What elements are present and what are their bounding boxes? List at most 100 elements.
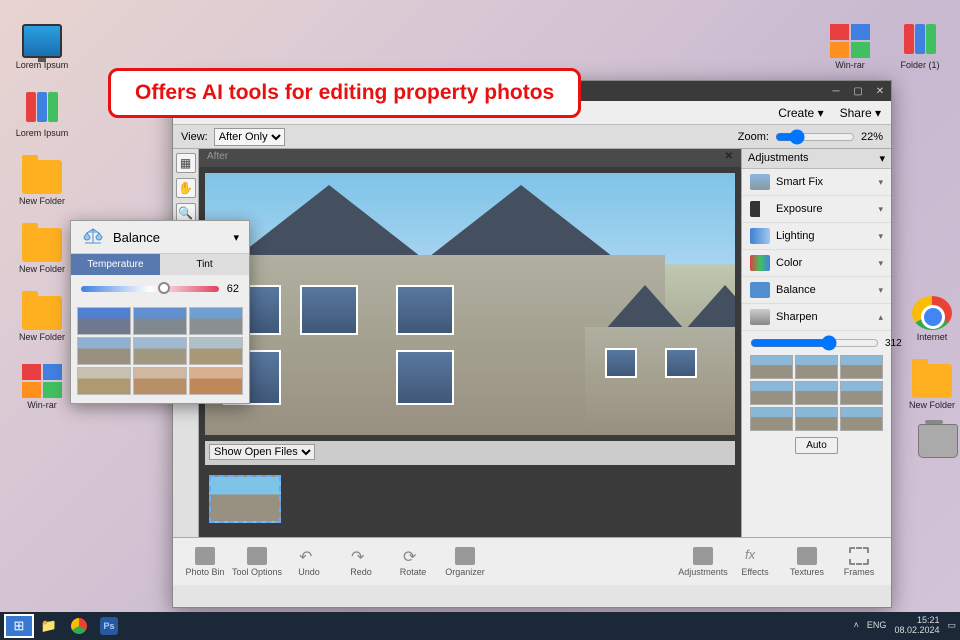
color-icon [750, 255, 770, 271]
minimize-button[interactable]: ─ [829, 86, 843, 97]
preset-thumb[interactable] [133, 337, 187, 365]
preset-thumb[interactable] [795, 381, 838, 405]
maximize-button[interactable]: ▢ [851, 86, 865, 97]
auto-button[interactable]: Auto [795, 437, 838, 454]
textures-icon [797, 547, 817, 565]
desktop-icon-books[interactable]: Folder (1) [892, 24, 948, 70]
chevron-down-icon[interactable]: ▾ [233, 231, 239, 244]
photo-bin-icon [195, 547, 215, 565]
desktop-icon-winrar[interactable]: Win-rar [822, 24, 878, 70]
preset-thumb[interactable] [840, 407, 883, 431]
tab-temperature[interactable]: Temperature [71, 254, 160, 275]
adj-exposure[interactable]: Exposure▾ [742, 196, 891, 223]
folder-icon [22, 296, 62, 330]
preset-thumb[interactable] [189, 337, 243, 365]
icon-label: Internet [917, 332, 948, 342]
desktop-icon-books[interactable]: Lorem Ipsum [14, 92, 70, 138]
desktop-icon-trash[interactable] [910, 424, 960, 460]
open-files-bar: Show Open Files [205, 441, 735, 465]
preset-thumb[interactable] [77, 337, 131, 365]
trash-icon [918, 424, 958, 458]
preset-thumb[interactable] [840, 381, 883, 405]
photo-bin-button[interactable]: Photo Bin [179, 547, 231, 577]
adj-smartfix[interactable]: Smart Fix▾ [742, 169, 891, 196]
preset-thumb[interactable] [189, 307, 243, 335]
photoshop-button[interactable]: Ps [94, 614, 124, 638]
adj-label: Sharpen [776, 311, 818, 323]
slider-knob[interactable] [158, 282, 170, 294]
balance-panel: Balance ▾ Temperature Tint 62 [70, 220, 250, 404]
lighting-icon [750, 228, 770, 244]
house-graphic [585, 285, 735, 435]
chrome-icon [912, 296, 952, 330]
folder-icon [22, 160, 62, 194]
frames-tab[interactable]: Frames [833, 547, 885, 577]
chrome-button[interactable] [64, 614, 94, 638]
system-tray: ˄ ENG 15:21 08.02.2024 ▭ [854, 616, 956, 636]
language-indicator[interactable]: ENG [867, 621, 887, 631]
rotate-button[interactable]: ⟳Rotate [387, 547, 439, 577]
preset-thumb[interactable] [795, 407, 838, 431]
preset-thumb[interactable] [77, 367, 131, 395]
adj-label: Lighting [776, 230, 815, 242]
effects-tab[interactable]: fxEffects [729, 547, 781, 577]
preset-thumb[interactable] [750, 381, 793, 405]
layers-tool-icon[interactable]: ▦ [176, 153, 196, 173]
undo-button[interactable]: ↶Undo [283, 547, 335, 577]
create-menu[interactable]: Create ▾ [778, 106, 823, 120]
adj-color[interactable]: Color▾ [742, 250, 891, 277]
preset-thumb[interactable] [840, 355, 883, 379]
panel-menu-icon[interactable]: ▾ [879, 152, 885, 165]
desktop-icon-winrar[interactable]: Win-rar [14, 364, 70, 410]
bottombar: Photo Bin Tool Options ↶Undo ↷Redo ⟳Rota… [173, 537, 891, 585]
desktop-icon-folder[interactable]: New Folder [14, 228, 70, 274]
preset-thumb[interactable] [750, 407, 793, 431]
image-canvas[interactable] [205, 173, 735, 435]
sharpen-icon [750, 309, 770, 325]
textures-tab[interactable]: Textures [781, 547, 833, 577]
notifications-icon[interactable]: ▭ [947, 621, 956, 631]
icon-label: New Folder [909, 400, 955, 410]
bb-label: Redo [350, 567, 372, 577]
desktop-icon-folder[interactable]: New Folder [14, 160, 70, 206]
tool-options-button[interactable]: Tool Options [231, 547, 283, 577]
preset-thumb[interactable] [795, 355, 838, 379]
hand-tool-icon[interactable]: ✋ [176, 178, 196, 198]
close-button[interactable]: ✕ [873, 86, 887, 97]
open-files-select[interactable]: Show Open Files [209, 444, 315, 460]
desktop-icon-chrome[interactable]: Internet [904, 296, 960, 342]
organizer-button[interactable]: Organizer [439, 547, 491, 577]
preset-thumb[interactable] [189, 367, 243, 395]
tab-tint[interactable]: Tint [160, 254, 249, 275]
desktop-icon-folder[interactable]: New Folder [14, 296, 70, 342]
preset-thumb[interactable] [77, 307, 131, 335]
tray-chevron-icon[interactable]: ˄ [854, 621, 859, 631]
preset-thumb[interactable] [133, 307, 187, 335]
icon-label: Win-rar [27, 400, 57, 410]
tool-options-icon [247, 547, 267, 565]
clock[interactable]: 15:21 08.02.2024 [894, 616, 939, 636]
zoom-slider[interactable] [775, 129, 855, 145]
chevron-up-icon: ▴ [878, 312, 883, 323]
desktop-icon-monitor[interactable]: Lorem Ipsum [14, 24, 70, 70]
photo-thumbnail[interactable] [209, 475, 281, 523]
explorer-button[interactable]: 📁 [34, 614, 64, 638]
adj-sharpen[interactable]: Sharpen ▴ [742, 304, 891, 331]
chevron-down-icon: ▾ [878, 204, 883, 215]
start-button[interactable]: ⊞ [4, 614, 34, 638]
redo-button[interactable]: ↷Redo [335, 547, 387, 577]
exposure-icon [750, 201, 770, 217]
close-tab-icon[interactable]: ✕ [725, 151, 733, 165]
adj-lighting[interactable]: Lighting▾ [742, 223, 891, 250]
adj-balance[interactable]: Balance▾ [742, 277, 891, 304]
preset-thumb[interactable] [133, 367, 187, 395]
share-menu[interactable]: Share ▾ [840, 106, 881, 120]
chevron-down-icon: ▾ [878, 177, 883, 188]
view-select[interactable]: After Only [214, 128, 285, 146]
preset-thumb[interactable] [750, 355, 793, 379]
sharpen-slider[interactable] [750, 335, 879, 351]
temperature-slider[interactable] [81, 286, 219, 292]
desktop-icon-folder[interactable]: New Folder [904, 364, 960, 410]
create-label: Create [778, 106, 814, 120]
adjustments-tab[interactable]: Adjustments [677, 547, 729, 577]
